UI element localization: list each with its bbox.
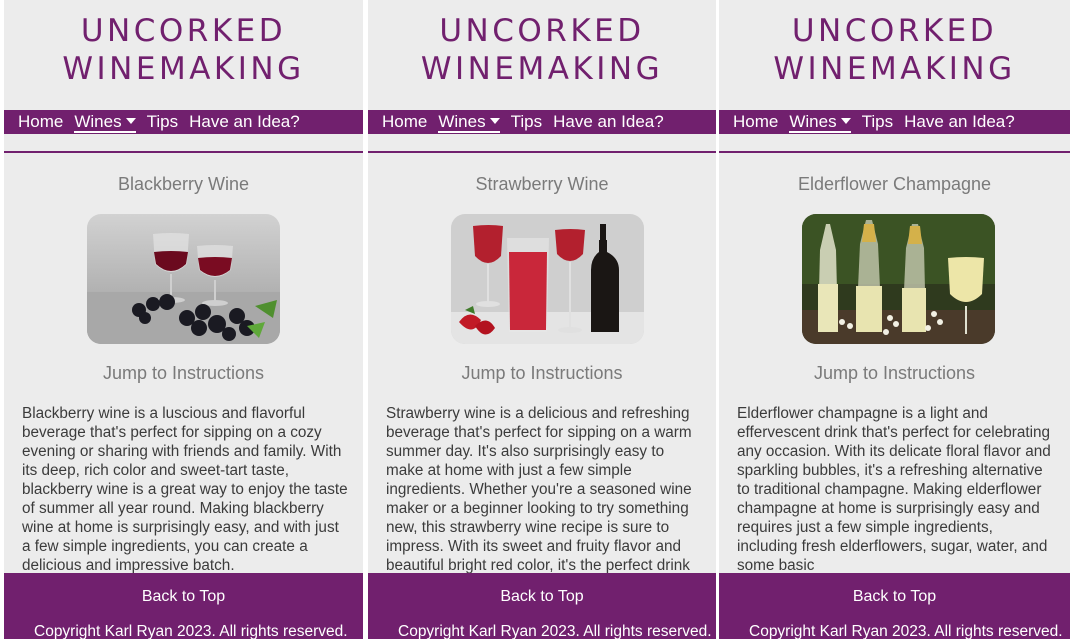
main-nav: Home Wines Tips Have an Idea? (719, 110, 1070, 134)
footer: Back to Top Copyright Karl Ryan 2023. Al… (719, 573, 1070, 639)
nav-wines-dropdown[interactable]: Wines (74, 111, 136, 133)
caret-down-icon (125, 117, 136, 124)
panel-elderflower: UNCORKED WINEMAKING Home Wines Tips Have… (719, 0, 1070, 639)
logo-line-1: UNCORKED (791, 13, 998, 49)
nav-idea-link[interactable]: Have an Idea? (553, 111, 664, 133)
description: Blackberry wine is a luscious and flavor… (22, 405, 348, 574)
nav-home-link[interactable]: Home (382, 111, 427, 133)
nav-tips-link[interactable]: Tips (147, 111, 179, 133)
nav-home-link[interactable]: Home (18, 111, 63, 133)
logo-line-1: UNCORKED (439, 13, 645, 49)
footer: Back to Top Copyright Karl Ryan 2023. Al… (368, 573, 716, 639)
panel-blackberry: UNCORKED WINEMAKING Home Wines Tips Have… (4, 0, 363, 639)
nav-tips-link[interactable]: Tips (862, 111, 894, 133)
description: Elderflower champagne is a light and eff… (737, 405, 1051, 574)
nav-wines-dropdown[interactable]: Wines (438, 111, 500, 133)
jump-to-instructions-link[interactable]: Jump to Instructions (368, 363, 716, 384)
caret-down-icon (840, 117, 851, 124)
divider (719, 151, 1070, 153)
logo-line-1: UNCORKED (80, 13, 287, 49)
logo-line-2: WINEMAKING (773, 51, 1016, 87)
page-title: Elderflower Champagne (797, 174, 992, 194)
panel-strawberry: UNCORKED WINEMAKING Home Wines Tips Have… (368, 0, 716, 639)
site-logo[interactable]: UNCORKED WINEMAKING (4, 12, 363, 88)
nav-tips-link[interactable]: Tips (511, 111, 543, 133)
back-to-top-link[interactable]: Back to Top (719, 588, 1070, 606)
nav-idea-link[interactable]: Have an Idea? (904, 111, 1015, 133)
logo-line-2: WINEMAKING (62, 51, 305, 87)
logo-line-2: WINEMAKING (420, 51, 664, 87)
nav-wines-label: Wines (438, 111, 486, 131)
nav-idea-link[interactable]: Have an Idea? (189, 111, 300, 133)
description: Strawberry wine is a delicious and refre… (386, 405, 692, 574)
divider (368, 151, 716, 153)
main-nav: Home Wines Tips Have an Idea? (4, 110, 363, 134)
strawberry-wine-image (451, 214, 644, 344)
back-to-top-link[interactable]: Back to Top (4, 588, 363, 606)
elderflower-champagne-image (802, 214, 995, 344)
main-nav: Home Wines Tips Have an Idea? (368, 110, 716, 134)
page-title: Blackberry Wine (117, 174, 250, 194)
footer: Back to Top Copyright Karl Ryan 2023. Al… (4, 573, 363, 639)
nav-wines-dropdown[interactable]: Wines (789, 111, 851, 133)
jump-to-instructions-link[interactable]: Jump to Instructions (4, 363, 363, 384)
copyright-text: Copyright Karl Ryan 2023. All rights res… (749, 623, 1063, 639)
copyright-text: Copyright Karl Ryan 2023. All rights res… (398, 623, 712, 639)
site-logo[interactable]: UNCORKED WINEMAKING (368, 12, 716, 88)
jump-to-instructions-link[interactable]: Jump to Instructions (719, 363, 1070, 384)
site-logo[interactable]: UNCORKED WINEMAKING (719, 12, 1070, 88)
nav-home-link[interactable]: Home (733, 111, 778, 133)
nav-wines-label: Wines (789, 111, 837, 131)
blackberry-wine-image (87, 214, 280, 344)
caret-down-icon (489, 117, 500, 124)
back-to-top-link[interactable]: Back to Top (368, 588, 716, 606)
nav-wines-label: Wines (74, 111, 122, 131)
page-title: Strawberry Wine (475, 174, 609, 194)
copyright-text: Copyright Karl Ryan 2023. All rights res… (34, 623, 348, 639)
divider (4, 151, 363, 153)
